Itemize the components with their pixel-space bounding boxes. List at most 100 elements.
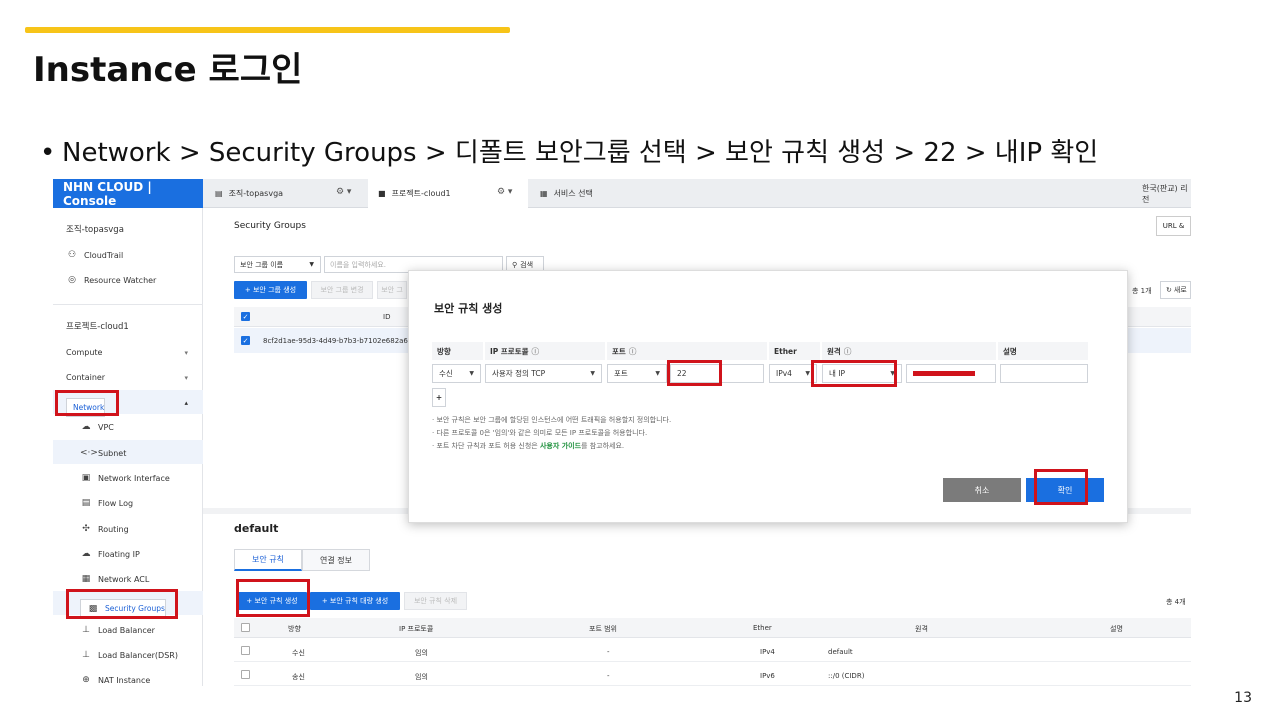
table-row[interactable]: [234, 663, 1191, 686]
note-line: · 보안 규칙은 보안 그룹에 할당된 인스턴스에 어떤 트래픽을 허용할지 정…: [432, 416, 672, 424]
chevron-down-icon: ▼: [469, 370, 474, 377]
row-checkbox[interactable]: ✓: [241, 336, 250, 345]
sidebar-item-subnet[interactable]: <·> Subnet: [80, 448, 126, 458]
security-group-id: 8cf2d1ae-95d3-4d49-b7b3-b7102e682a6: [263, 337, 408, 345]
note-line: · 포트 차단 규칙과 포트 허용 신청은 사용자 가이드를 참고하세요.: [432, 441, 624, 451]
sidebar-project-name[interactable]: 프로젝트-cloud1: [66, 320, 129, 332]
edit-security-group-button[interactable]: 보안 그룹 변경: [311, 281, 373, 299]
sidebar-group-network[interactable]: Network: [66, 398, 106, 417]
header-direction: 방향: [432, 342, 483, 360]
info-icon: ⓘ: [843, 346, 852, 356]
gear-icon[interactable]: ⚙ ▾: [497, 187, 512, 197]
services-tab[interactable]: ▦ 서비스 선택: [540, 179, 593, 208]
bullet-dot: •: [40, 138, 56, 168]
cloudtrail-icon: ⚇: [67, 250, 77, 260]
rules-col-ether: Ether: [753, 624, 772, 632]
create-security-group-button[interactable]: + 보안 그룹 생성: [234, 281, 307, 299]
console-brand[interactable]: NHN CLOUD | Console: [53, 179, 203, 208]
sidebar-item-label: Resource Watcher: [84, 275, 157, 285]
routing-icon: ✣: [82, 524, 90, 534]
tab-connection-info[interactable]: 연결 정보: [302, 549, 370, 571]
direction-select[interactable]: 수신 ▼: [432, 364, 481, 383]
chevron-down-icon: ▼: [890, 370, 895, 377]
column-id: ID: [383, 313, 391, 321]
row-checkbox[interactable]: [241, 670, 250, 679]
rule-remote: ::/0 (CIDR): [828, 672, 865, 680]
project-tab-label: 프로젝트-cloud1: [391, 189, 451, 198]
document-icon: ▤: [215, 189, 223, 198]
sidebar-group-container[interactable]: Container: [66, 373, 105, 382]
sidebar-item-routing[interactable]: ✣ Routing: [80, 524, 128, 534]
user-guide-link[interactable]: 사용자 가이드: [540, 442, 581, 450]
create-rule-dialog: 보안 규칙 생성 방향 IP 프로토콜 ⓘ 포트 ⓘ Ether 원격 ⓘ 설명 수신…: [408, 270, 1128, 523]
rule-port: -: [607, 672, 610, 680]
bulk-create-rule-button[interactable]: + 보안 규칙 대량 생성: [310, 592, 400, 610]
sidebar-item-flow-log[interactable]: ▤ Flow Log: [80, 498, 133, 508]
header-protocol: IP 프로토콜 ⓘ: [485, 342, 605, 360]
sidebar-item-network-acl[interactable]: ▦ Network ACL: [80, 574, 150, 584]
sidebar-item-nat-instance[interactable]: ⊕ NAT Instance: [80, 675, 150, 685]
confirm-button[interactable]: 확인: [1026, 478, 1104, 502]
header-port: 포트 ⓘ: [607, 342, 767, 360]
header-remote-label: 원격: [827, 346, 841, 356]
table-row[interactable]: [234, 639, 1191, 662]
search-field-select-label: 보안 그룹 이름: [240, 260, 284, 269]
chevron-down-icon: ▼: [655, 370, 660, 377]
floating-ip-icon: ☁: [81, 549, 91, 559]
sidebar-item-security-groups[interactable]: ▩ Security Groups: [80, 599, 166, 618]
port-input[interactable]: 22: [670, 364, 764, 383]
org-tab[interactable]: ▤ 조직-topasvga: [215, 179, 283, 208]
chevron-down-icon: ▼: [590, 370, 595, 377]
sidebar-item-network-interface[interactable]: ▣ Network Interface: [80, 473, 170, 483]
chevron-up-icon[interactable]: ▴: [184, 399, 188, 407]
delete-security-group-button[interactable]: 보안 그: [377, 281, 407, 299]
sidebar-item-resource-watcher[interactable]: ◎ Resource Watcher: [66, 275, 156, 285]
create-rule-button[interactable]: + 보안 규칙 생성: [237, 592, 307, 610]
port-type-select[interactable]: 포트 ▼: [607, 364, 667, 383]
rule-port: -: [607, 648, 610, 656]
row-checkbox[interactable]: [241, 646, 250, 655]
rule-direction: 수신: [292, 649, 305, 657]
sidebar-item-floating-ip[interactable]: ☁ Floating IP: [80, 549, 140, 559]
description-input[interactable]: [1000, 364, 1088, 383]
region-select[interactable]: 한국(판교) 리전: [1142, 179, 1191, 208]
refresh-button[interactable]: ↻ 새로: [1160, 281, 1191, 299]
subnet-highlight: [53, 440, 203, 464]
rules-col-direction: 방향: [288, 625, 301, 633]
gear-icon[interactable]: ⚙ ▾: [336, 187, 351, 197]
delete-rule-button[interactable]: 보안 규칙 삭제: [404, 592, 467, 610]
load-balancer-icon: ⊥: [82, 625, 90, 635]
security-groups-icon: ▩: [88, 603, 98, 614]
cancel-button[interactable]: 취소: [943, 478, 1021, 502]
search-field-select[interactable]: 보안 그룹 이름 ▼: [234, 256, 321, 273]
dialog-title: 보안 규칙 생성: [434, 302, 503, 315]
sidebar-item-vpc[interactable]: ☁ VPC: [80, 422, 114, 432]
sidebar-item-cloudtrail[interactable]: ⚇ CloudTrail: [66, 250, 123, 260]
sidebar-item-label: Network ACL: [98, 574, 150, 584]
select-all-checkbox[interactable]: ✓: [241, 312, 250, 321]
rules-select-all-checkbox[interactable]: [241, 623, 250, 632]
chevron-down-icon: ▼: [309, 261, 314, 268]
rule-remote: default: [828, 648, 853, 656]
remote-select[interactable]: 내 IP ▼: [822, 364, 902, 383]
slide-title: Instance 로그인: [33, 50, 303, 90]
ether-select[interactable]: IPv4 ▼: [769, 364, 817, 383]
folder-icon: ■: [378, 189, 386, 198]
resource-watcher-icon: ◎: [68, 275, 76, 285]
chevron-down-icon: ▼: [805, 370, 810, 377]
sidebar-org-name[interactable]: 조직-topasvga: [66, 223, 124, 235]
url-button[interactable]: URL &: [1156, 216, 1191, 236]
rules-col-protocol: IP 프로토콜: [399, 625, 434, 633]
sidebar-item-label: Security Groups: [105, 604, 165, 613]
sidebar-group-compute[interactable]: Compute: [66, 348, 102, 357]
sidebar-item-load-balancer[interactable]: ⊥ Load Balancer: [80, 625, 155, 635]
tab-security-rules[interactable]: 보안 규칙: [234, 549, 302, 571]
org-tab-label: 조직-topasvga: [228, 189, 284, 198]
add-row-button[interactable]: +: [432, 388, 446, 407]
protocol-select[interactable]: 사용자 정의 TCP ▼: [485, 364, 602, 383]
search-icon: ⚲: [512, 260, 518, 269]
rules-table-header: [234, 618, 1191, 638]
chevron-down-icon[interactable]: ▾: [184, 349, 188, 357]
sidebar-item-load-balancer-dsr[interactable]: ⊥ Load Balancer(DSR): [80, 650, 178, 660]
chevron-down-icon[interactable]: ▾: [184, 374, 188, 382]
